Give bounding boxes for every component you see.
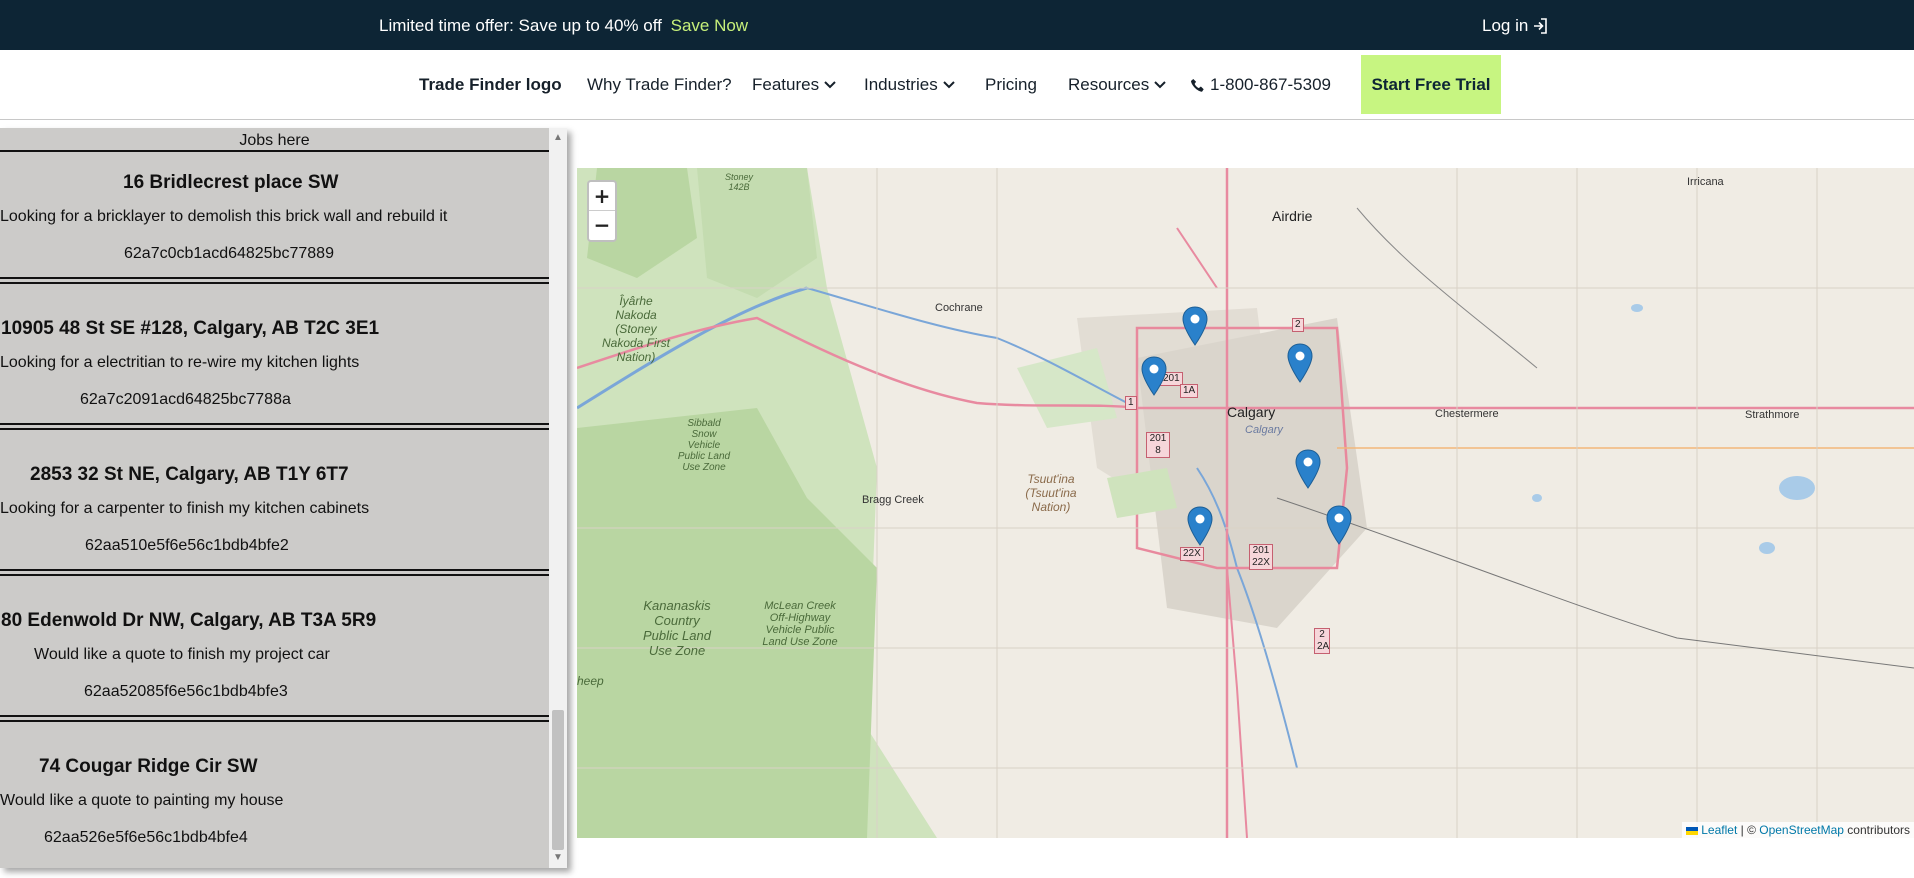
job-address: 2853 32 St NE, Calgary, AB T1Y 6T7 <box>30 464 349 485</box>
job-address: 16 Bridlecrest place SW <box>123 172 339 193</box>
nav-features-label: Features <box>752 75 820 94</box>
map-label-chestermere: Chestermere <box>1435 408 1499 420</box>
map-label-stoney-nakoda: Îyârhe Nakoda (Stoney Nakoda First Natio… <box>601 294 671 364</box>
openstreetmap-link[interactable]: OpenStreetMap <box>1759 823 1844 837</box>
divider <box>0 277 549 284</box>
nav-why-trade-finder[interactable]: Why Trade Finder? <box>587 75 732 95</box>
nav-features[interactable]: Features <box>752 75 836 95</box>
route-shield: 201 22X <box>1249 544 1273 570</box>
map-label-sheep: heep <box>577 674 604 688</box>
job-address: 74 Cougar Ridge Cir SW <box>39 756 258 777</box>
job-id: 62a7c0cb1acd64825bc77889 <box>124 245 334 262</box>
route-shield: 2 2A <box>1314 628 1330 654</box>
chevron-down-icon <box>942 81 955 89</box>
job-description: Looking for a bricklayer to demolish thi… <box>0 208 448 225</box>
logo[interactable]: Trade Finder logo <box>419 75 562 95</box>
save-now-link[interactable]: Save Now <box>671 16 748 35</box>
scroll-down-icon[interactable]: ▼ <box>552 852 564 864</box>
job-address: 10905 48 St SE #128, Calgary, AB T2C 3E1 <box>1 318 380 339</box>
zoom-in-button[interactable]: + <box>589 182 615 211</box>
jobs-scrollbar[interactable]: ▲ ▼ <box>549 128 567 868</box>
route-shield: 1A <box>1180 384 1199 398</box>
job-description: Looking for a electritian to re-wire my … <box>0 354 360 371</box>
divider <box>0 423 549 430</box>
job-id: 62aa526e5f6e56c1bdb4bfe4 <box>44 829 248 846</box>
map-label-tsuut-ina: Tsuut'ina (Tsuut'ina Nation) <box>1025 472 1077 514</box>
map-label-stoney-142b: Stoney 142B <box>724 172 754 192</box>
job-description: Looking for a carpenter to finish my kit… <box>0 500 370 517</box>
promo-bar: Limited time offer: Save up to 40% off S… <box>0 0 1914 50</box>
map[interactable]: Irricana Airdrie Cochrane Calgary Calgar… <box>577 168 1914 838</box>
attribution-contributors: contributors <box>1843 823 1910 837</box>
chevron-down-icon <box>824 81 836 89</box>
promo-offer: Limited time offer: Save up to 40% off S… <box>379 16 748 36</box>
attribution-separator: | © <box>1737 823 1760 837</box>
nav-phone-number: 1-800-867-5309 <box>1210 75 1331 94</box>
scrollbar-thumb[interactable] <box>552 710 564 850</box>
chevron-down-icon <box>1154 81 1166 89</box>
route-shield: 201 8 <box>1146 432 1170 458</box>
divider <box>0 569 549 576</box>
zoom-control: + − <box>587 180 617 242</box>
jobs-panel[interactable]: Jobs here 16 Bridlecrest place SW Lookin… <box>0 128 567 868</box>
ukraine-flag-icon <box>1685 826 1698 835</box>
map-label-airdrie: Airdrie <box>1272 208 1313 224</box>
route-shield: 22X <box>1180 547 1204 561</box>
nav-industries-label: Industries <box>864 75 938 94</box>
start-free-trial-button[interactable]: Start Free Trial <box>1361 55 1501 114</box>
nav-industries[interactable]: Industries <box>864 75 955 95</box>
route-shield: 2 <box>1292 318 1304 332</box>
job-id: 62aa52085f6e56c1bdb4bfe3 <box>84 683 288 700</box>
divider <box>0 715 549 722</box>
map-marker-icon[interactable] <box>1295 449 1321 489</box>
nav-phone[interactable]: 1-800-867-5309 <box>1190 75 1331 95</box>
map-label-kananaskis: Kananaskis Country Public Land Use Zone <box>643 598 711 658</box>
login-icon <box>1534 18 1548 34</box>
job-address: 80 Edenwold Dr NW, Calgary, AB T3A 5R9 <box>1 610 377 631</box>
route-shield: 1 <box>1125 396 1137 410</box>
phone-icon <box>1190 78 1204 92</box>
promo-offer-text: Limited time offer: Save up to 40% off <box>379 16 662 35</box>
map-marker-icon[interactable] <box>1326 505 1352 545</box>
map-attribution: Leaflet | © OpenStreetMap contributors <box>1681 822 1914 838</box>
map-label-sibbald: Sibbald Snow Vehicle Public Land Use Zon… <box>677 418 731 473</box>
main-nav: Trade Finder logo Why Trade Finder? Feat… <box>0 50 1914 120</box>
job-description: Would like a quote to painting my house <box>0 792 284 809</box>
map-label-bragg-creek: Bragg Creek <box>862 494 924 506</box>
map-label-strathmore: Strathmore <box>1745 409 1800 421</box>
map-label-mclean: McLean Creek Off-Highway Vehicle Public … <box>762 600 838 648</box>
map-marker-icon[interactable] <box>1182 306 1208 346</box>
job-description: Would like a quote to finish my project … <box>34 646 330 663</box>
divider <box>0 150 549 152</box>
map-tiles <box>577 168 1914 838</box>
scroll-up-icon[interactable]: ▲ <box>552 132 564 144</box>
map-marker-icon[interactable] <box>1141 356 1167 396</box>
nav-pricing[interactable]: Pricing <box>985 75 1037 95</box>
map-label-calgary-small: Calgary <box>1245 424 1283 436</box>
job-id: 62a7c2091acd64825bc7788a <box>80 391 291 408</box>
map-marker-icon[interactable] <box>1287 343 1313 383</box>
map-marker-icon[interactable] <box>1187 506 1213 546</box>
login-link[interactable]: Log in <box>1482 16 1548 36</box>
nav-resources[interactable]: Resources <box>1068 75 1166 95</box>
jobs-heading: Jobs here <box>239 132 310 149</box>
map-label-cochrane: Cochrane <box>935 302 983 314</box>
login-label: Log in <box>1482 16 1529 35</box>
nav-resources-label: Resources <box>1068 75 1150 94</box>
job-id: 62aa510e5f6e56c1bdb4bfe2 <box>85 537 289 554</box>
map-label-calgary: Calgary <box>1227 404 1276 420</box>
leaflet-link[interactable]: Leaflet <box>1701 823 1737 837</box>
zoom-out-button[interactable]: − <box>589 211 615 240</box>
map-label-irricana: Irricana <box>1687 176 1724 188</box>
